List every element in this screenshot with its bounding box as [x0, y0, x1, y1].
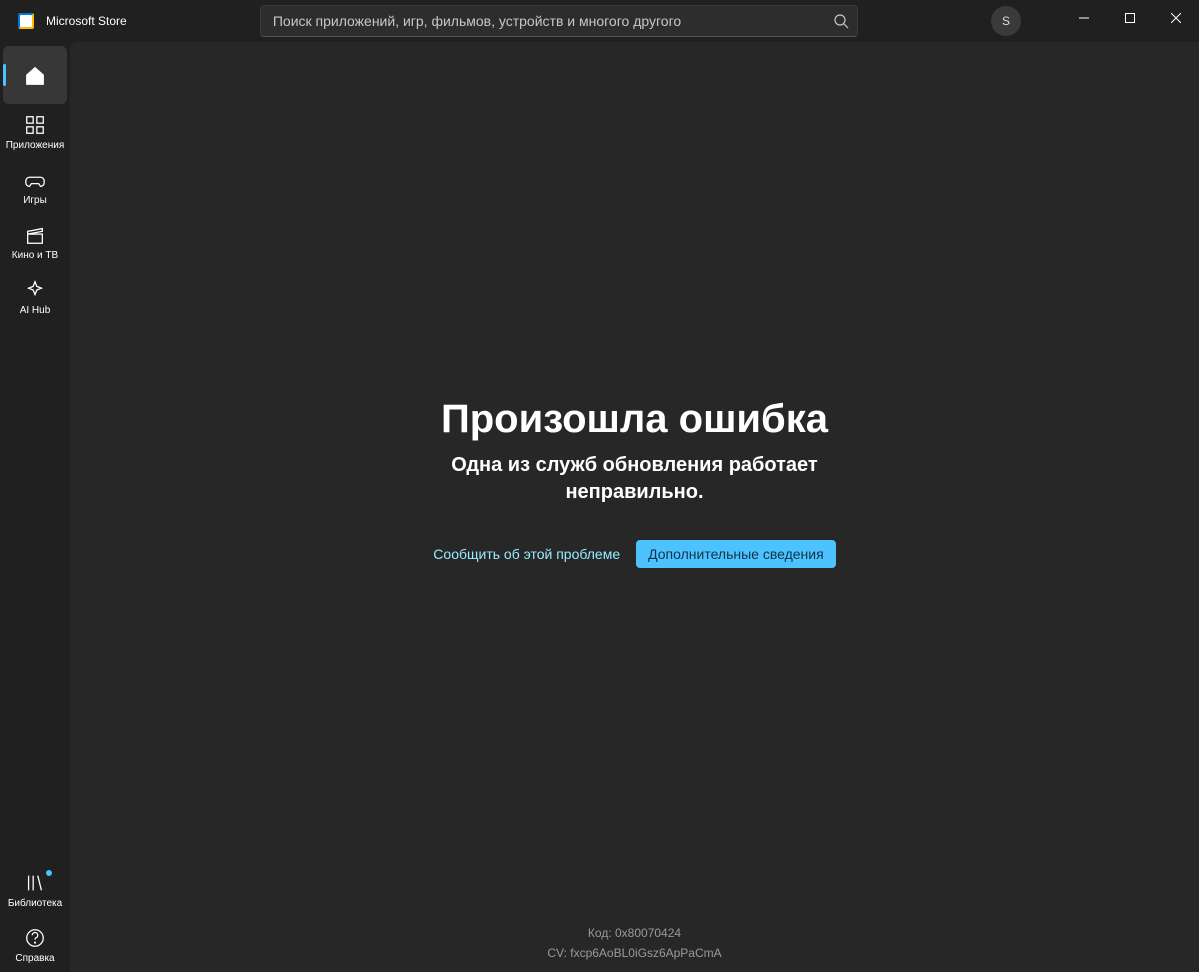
store-app-icon [18, 13, 34, 29]
sidebar-item-games[interactable]: Игры [0, 159, 70, 214]
error-code: Код: 0x80070424 [70, 926, 1199, 940]
sidebar-label-movies: Кино и ТВ [12, 250, 58, 261]
aihub-icon [24, 279, 46, 301]
sidebar-item-library[interactable]: Библиотека [0, 862, 70, 917]
library-icon [24, 872, 46, 894]
maximize-button[interactable] [1107, 3, 1153, 33]
sidebar-item-movies[interactable]: Кино и ТВ [0, 214, 70, 269]
apps-icon [24, 114, 46, 136]
close-button[interactable] [1153, 3, 1199, 33]
more-info-button[interactable]: Дополнительные сведения [636, 540, 836, 568]
search-icon[interactable] [833, 13, 849, 29]
sidebar-label-apps: Приложения [6, 140, 65, 151]
sidebar-item-apps[interactable]: Приложения [0, 104, 70, 159]
sidebar-label-aihub: AI Hub [20, 305, 51, 316]
window-controls [1061, 9, 1199, 33]
home-icon [24, 65, 46, 87]
sidebar-item-home[interactable] [3, 46, 67, 104]
error-cv: CV: fxcp6AoBL0iGsz6ApPaCmA [70, 946, 1199, 960]
error-subtitle: Одна из служб обновления работает неправ… [385, 452, 885, 506]
body: Приложения Игры Кино и ТВ AI Hub Библиот… [0, 42, 1199, 972]
minimize-button[interactable] [1061, 3, 1107, 33]
sidebar-label-games: Игры [23, 195, 47, 206]
titlebar: Microsoft Store S [0, 0, 1199, 42]
error-actions: Сообщить об этой проблеме Дополнительные… [385, 540, 885, 568]
sidebar-item-aihub[interactable]: AI Hub [0, 269, 70, 324]
sidebar-item-help[interactable]: Справка [0, 917, 70, 972]
search-input[interactable] [273, 13, 833, 29]
movies-icon [24, 224, 46, 246]
report-problem-link[interactable]: Сообщить об этой проблеме [433, 546, 620, 562]
error-block: Произошла ошибка Одна из служб обновлени… [385, 397, 885, 568]
notification-dot [46, 870, 52, 876]
help-icon [24, 927, 46, 949]
sidebar-label-help: Справка [15, 953, 54, 964]
games-icon [24, 169, 46, 191]
titlebar-right: S [991, 6, 1199, 36]
error-title: Произошла ошибка [385, 397, 885, 442]
search-bar[interactable] [260, 5, 858, 37]
sidebar: Приложения Игры Кино и ТВ AI Hub Библиот… [0, 42, 70, 972]
app-title: Microsoft Store [46, 14, 127, 28]
user-avatar[interactable]: S [991, 6, 1021, 36]
error-footer: Код: 0x80070424 CV: fxcp6AoBL0iGsz6ApPaC… [70, 926, 1199, 966]
main-content: Произошла ошибка Одна из служб обновлени… [70, 42, 1199, 972]
sidebar-label-library: Библиотека [8, 898, 62, 909]
